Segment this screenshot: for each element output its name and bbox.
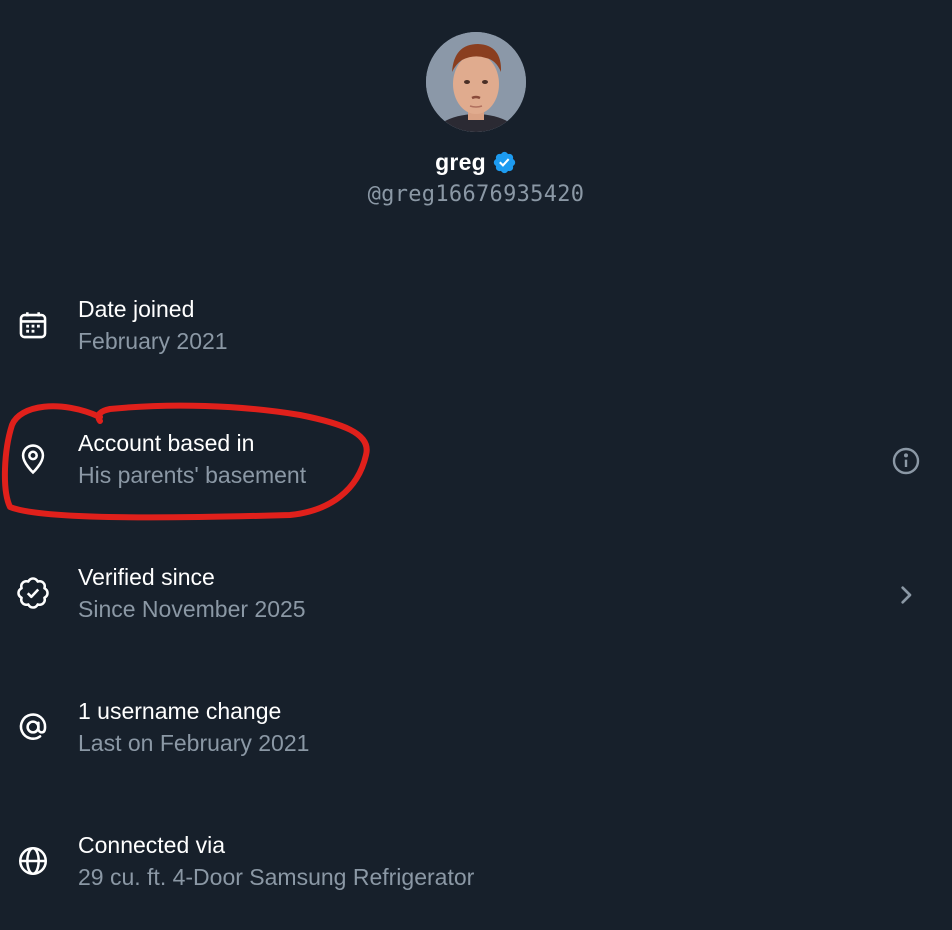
location-pin-icon bbox=[16, 442, 50, 476]
info-row-subtitle: Last on February 2021 bbox=[78, 730, 310, 756]
info-row-date-joined: Date joined February 2021 bbox=[0, 292, 952, 362]
info-row-subtitle: His parents' basement bbox=[78, 462, 307, 488]
info-icon[interactable] bbox=[890, 445, 922, 477]
profile-header: greg @greg16676935420 bbox=[0, 32, 952, 207]
verified-badge-outline-icon bbox=[16, 576, 50, 610]
calendar-icon bbox=[16, 308, 50, 342]
info-row-verified-since[interactable]: Verified since Since November 2025 bbox=[0, 560, 952, 630]
verified-badge-icon bbox=[492, 150, 517, 175]
info-row-title: 1 username change bbox=[78, 698, 282, 724]
info-row-subtitle: Since November 2025 bbox=[78, 596, 306, 622]
info-row-subtitle: 29 cu. ft. 4-Door Samsung Refrigerator bbox=[78, 864, 475, 890]
info-row-title: Connected via bbox=[78, 832, 226, 858]
avatar-portrait bbox=[426, 32, 526, 132]
globe-icon bbox=[16, 844, 50, 878]
info-row-subtitle: February 2021 bbox=[78, 328, 228, 354]
info-row-username-changes: 1 username change Last on February 2021 bbox=[0, 694, 952, 764]
account-info-page: greg @greg16676935420 Date joined Februa… bbox=[0, 0, 952, 930]
chevron-right-icon[interactable] bbox=[890, 579, 922, 611]
info-row-title: Account based in bbox=[78, 430, 255, 456]
name-row: greg bbox=[435, 148, 517, 176]
avatar[interactable] bbox=[426, 32, 526, 132]
info-row-account-location: Account based in His parents' basement bbox=[0, 426, 952, 496]
info-row-title: Verified since bbox=[78, 564, 215, 590]
at-sign-icon bbox=[16, 710, 50, 744]
info-row-connected-via: Connected via 29 cu. ft. 4-Door Samsung … bbox=[0, 828, 952, 898]
display-name: greg bbox=[435, 148, 486, 175]
user-handle: @greg16676935420 bbox=[367, 182, 585, 207]
info-row-title: Date joined bbox=[78, 296, 195, 322]
